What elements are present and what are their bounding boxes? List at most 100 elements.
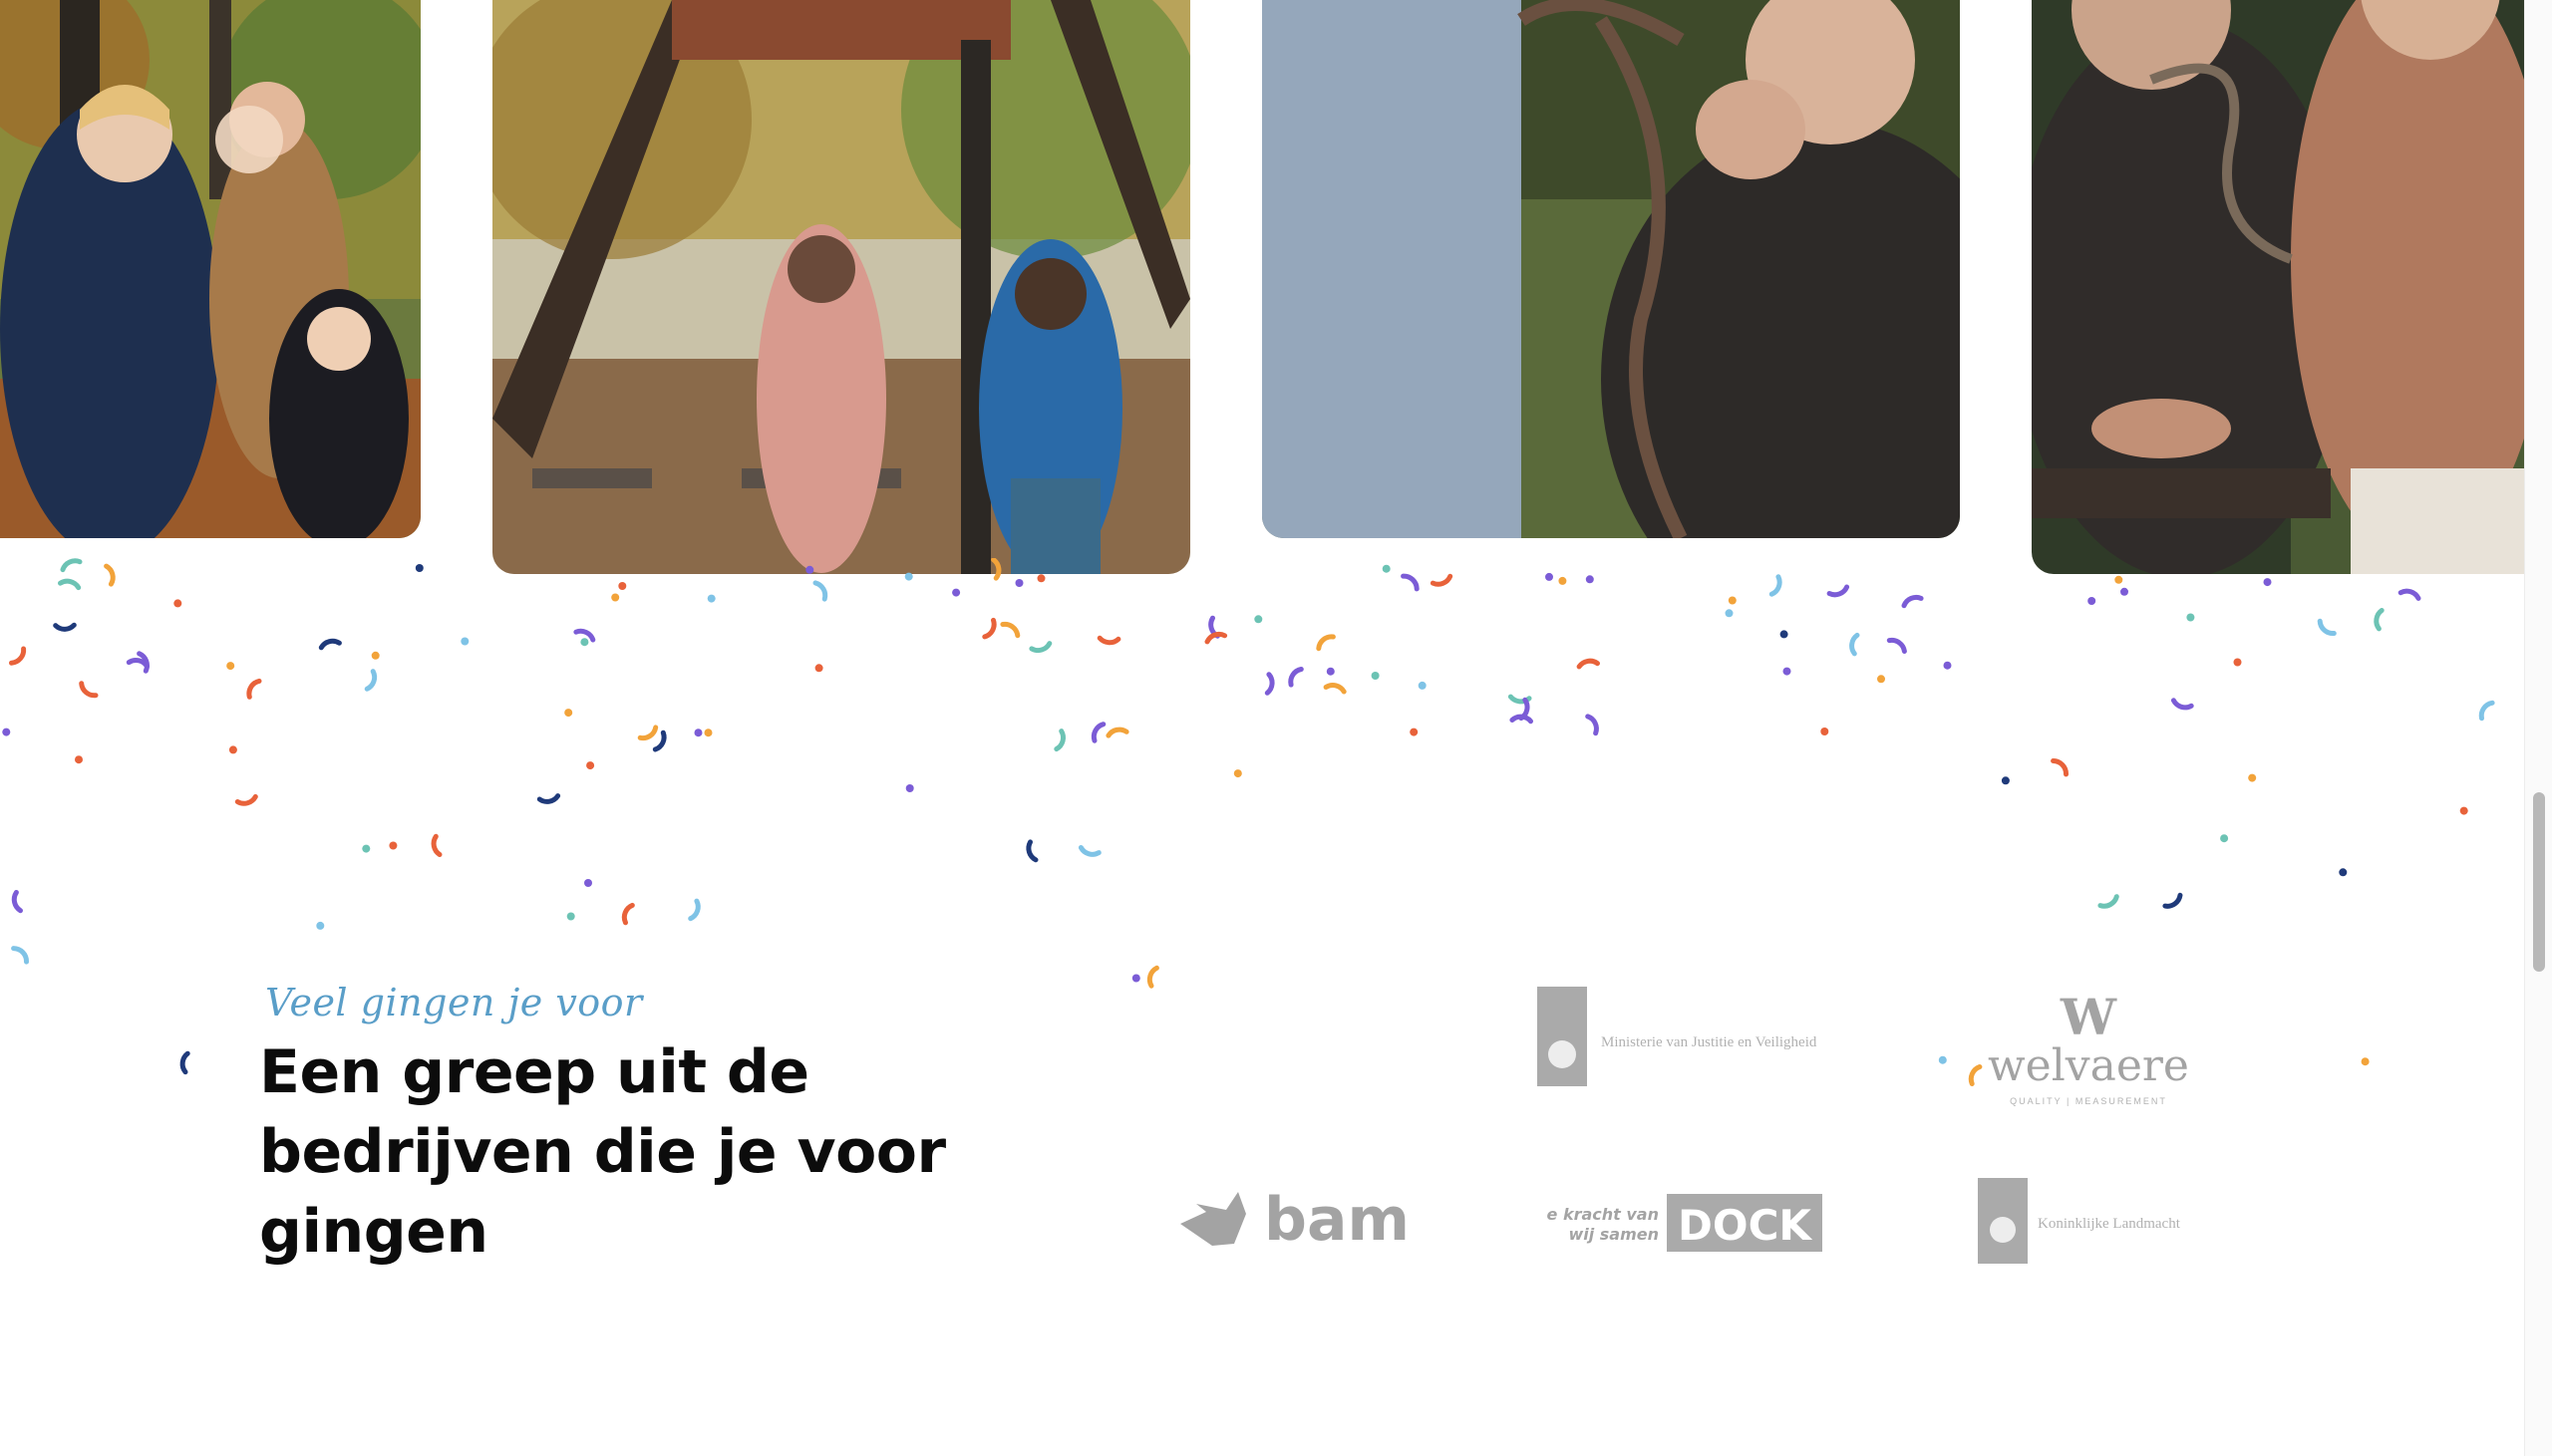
photo-family-playground xyxy=(0,0,421,538)
confetti-arc xyxy=(179,1050,190,1075)
confetti-arc xyxy=(688,898,701,922)
confetti-arc xyxy=(637,725,659,741)
confetti-arc xyxy=(104,563,116,587)
confetti-arc xyxy=(246,678,262,700)
confetti-arc xyxy=(1886,637,1907,654)
confetti-arc xyxy=(2051,758,2069,777)
section-eyebrow: Veel gingen je voor xyxy=(265,981,643,1024)
confetti-arc xyxy=(1901,594,1924,609)
confetti-arc xyxy=(1091,722,1107,743)
confetti-dot xyxy=(1877,675,1885,684)
confetti-arc xyxy=(1054,728,1066,752)
confetti-dot xyxy=(371,651,380,660)
confetti-dot xyxy=(580,638,589,647)
confetti-dot xyxy=(1728,596,1737,605)
confetti-dot xyxy=(586,761,595,770)
confetti-arc xyxy=(1264,672,1275,696)
confetti-arc xyxy=(234,793,258,806)
confetti-arc xyxy=(1000,621,1021,639)
section-title: Een greep uit de bedrijven die je voor g… xyxy=(259,1037,946,1267)
confetti-dot xyxy=(1782,667,1791,676)
confetti-dot xyxy=(2186,613,2195,622)
confetti-dot xyxy=(2263,578,2272,587)
confetti-dot xyxy=(1037,574,1046,583)
confetti-dot xyxy=(2120,587,2128,596)
confetti-dot xyxy=(584,879,592,887)
confetti-dot xyxy=(1725,609,1734,618)
confetti-dot xyxy=(704,728,713,737)
confetti-dot xyxy=(1943,661,1952,670)
confetti-dot xyxy=(362,844,371,853)
confetti-arc xyxy=(1316,634,1336,652)
dock-label: DOCK xyxy=(1678,1201,1812,1250)
confetti-arc xyxy=(1106,727,1129,738)
confetti-arc xyxy=(1576,658,1600,670)
confetti-arc xyxy=(1401,573,1420,592)
confetti-dot xyxy=(564,709,573,718)
confetti-arc xyxy=(1288,667,1304,688)
confetti-arc xyxy=(2397,588,2421,601)
dock-tagline-1: De kracht van xyxy=(1547,1205,1659,1224)
confetti-arc xyxy=(60,558,83,573)
confetti-arc xyxy=(58,578,82,591)
confetti-dot xyxy=(2233,658,2242,667)
confetti-dot xyxy=(1233,769,1242,778)
confetti-arc xyxy=(9,646,27,666)
page-scrollbar[interactable] xyxy=(2524,0,2552,1456)
confetti-dot xyxy=(461,637,470,646)
confetti-dot xyxy=(1131,974,1140,983)
confetti-arc xyxy=(2478,700,2495,722)
photo-children-playground xyxy=(492,0,1190,574)
confetti-arc xyxy=(1826,584,1850,598)
confetti-dot xyxy=(228,745,237,754)
confetti-dot xyxy=(75,755,83,764)
confetti-arc xyxy=(1849,632,1860,657)
confetti-arc xyxy=(2170,698,2194,711)
confetti-dot xyxy=(2087,597,2096,605)
confetti-arc xyxy=(1078,845,1102,857)
confetti-dot xyxy=(1418,681,1427,690)
confetti-dot xyxy=(566,912,575,921)
confetti-arc xyxy=(1768,574,1782,597)
confetti-arc xyxy=(2374,608,2385,632)
confetti-arc xyxy=(1029,641,1053,654)
confetti-arc xyxy=(1097,635,1121,646)
logo-welvaere: W welvaere QUALITY | MEASUREMENT xyxy=(1974,995,2203,1114)
confetti-dot xyxy=(2339,868,2348,877)
page: Veel gingen je voor Een greep uit de bed… xyxy=(0,0,2524,1456)
confetti-arc xyxy=(2097,894,2119,909)
confetti-arc xyxy=(53,622,77,632)
confetti-arc xyxy=(1430,573,1453,587)
confetti-dot xyxy=(904,572,913,581)
confetti-arc xyxy=(318,638,342,651)
logo-dock: De kracht van wij samen DOCK xyxy=(1547,1192,1826,1258)
welvaere-name: welvaere xyxy=(1988,1040,2189,1091)
confetti-arc xyxy=(1026,839,1039,863)
confetti-dot xyxy=(618,582,627,590)
scrollbar-thumb[interactable] xyxy=(2533,792,2545,972)
confetti-arc xyxy=(364,669,378,692)
confetti-dot xyxy=(1371,672,1380,680)
confetti-arc xyxy=(652,729,667,752)
confetti-arc xyxy=(982,617,997,640)
confetti-dot xyxy=(226,662,235,671)
landmacht-label: Koninklijke Landmacht xyxy=(2038,1216,2181,1232)
confetti-arc xyxy=(2317,618,2337,637)
confetti-dot xyxy=(1938,1055,1947,1064)
confetti-dot xyxy=(173,599,182,608)
bam-label: bam xyxy=(1264,1185,1406,1255)
confetti-dot xyxy=(814,664,823,673)
logo-ministerie-justitie: Ministerie van Justitie en Veiligheid xyxy=(1535,985,1824,1088)
confetti-dot xyxy=(2001,776,2010,785)
confetti-arc xyxy=(991,558,1002,581)
confetti-dot xyxy=(707,594,716,603)
photo-men-metalwork xyxy=(1262,0,1960,538)
confetti-dot xyxy=(905,784,914,792)
confetti-dot xyxy=(389,841,398,850)
confetti-arc xyxy=(1146,965,1159,989)
confetti-dot xyxy=(1254,615,1263,624)
confetti-dot xyxy=(2,728,11,736)
confetti-dot xyxy=(1326,667,1335,676)
confetti-dot xyxy=(2459,806,2468,815)
confetti-dot xyxy=(1820,728,1829,735)
